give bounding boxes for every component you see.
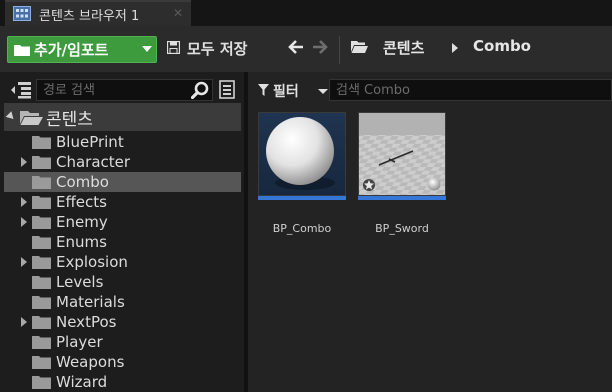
filter-label: 필터 — [273, 84, 299, 100]
sidebar-item-folder[interactable]: Weapons — [4, 352, 241, 372]
folder-icon — [32, 256, 51, 269]
breadcrumb-current[interactable]: Combo — [473, 37, 531, 55]
tree-root-content[interactable]: 콘텐츠 — [4, 103, 241, 131]
tree-root-label: 콘텐츠 — [46, 110, 93, 130]
close-icon[interactable]: ✕ — [173, 6, 183, 20]
sphere-thumbnail-icon — [258, 112, 346, 196]
sidebar-item-label: Levels — [56, 273, 104, 291]
folder-icon — [32, 336, 51, 349]
tab-title: 콘텐츠 브라우저 1 — [39, 9, 140, 24]
asset-view: 필터 검색 Combo BP_Combo BP_Sword — [248, 72, 612, 392]
expand-arrow-icon[interactable] — [21, 317, 27, 327]
sidebar-item-folder[interactable]: Wizard — [4, 372, 241, 392]
asset-selection-bar — [358, 196, 446, 200]
sidebar-item-label: NextPos — [56, 313, 117, 331]
sidebar-item-label: Wizard — [56, 373, 108, 391]
sidebar-item-folder[interactable]: Enums — [4, 232, 241, 252]
expand-arrow-icon[interactable] — [21, 157, 27, 167]
sidebar-item-folder[interactable]: Levels — [4, 272, 241, 292]
folder-icon — [32, 176, 51, 189]
sidebar-item-folder[interactable]: Enemy — [4, 212, 241, 232]
tab-bar: 콘텐츠 브라우저 1 ✕ — [0, 0, 612, 26]
open-folder-icon[interactable] — [350, 39, 368, 54]
folder-icon — [32, 296, 51, 309]
breadcrumb-root[interactable]: 콘텐츠 — [383, 37, 424, 58]
sidebar-item-folder[interactable]: Effects — [4, 192, 241, 212]
search-icon[interactable] — [191, 81, 209, 99]
expand-arrow-icon[interactable] — [21, 217, 27, 227]
sidebar-item-label: Weapons — [56, 353, 125, 371]
collapse-arrow-icon[interactable] — [5, 111, 17, 122]
sidebar-item-label: Materials — [56, 293, 125, 311]
toolbar-divider — [339, 36, 340, 64]
sidebar-item-label: Effects — [56, 193, 107, 211]
folder-icon — [32, 196, 51, 209]
sidebar-item-label: Enums — [56, 233, 107, 251]
open-folder-icon — [20, 111, 43, 125]
asset-search-field[interactable] — [329, 79, 612, 101]
expand-arrow-icon[interactable] — [21, 257, 27, 267]
sidebar-item-label: Enemy — [56, 213, 108, 231]
breadcrumb-arrow-icon[interactable] — [452, 43, 458, 53]
new-folder-icon — [14, 45, 30, 56]
toolbar: 추가/임포트 모두 저장 콘텐츠 Combo — [0, 26, 612, 72]
folder-icon — [32, 136, 51, 149]
sidebar-item-folder[interactable]: BluePrint — [4, 132, 241, 152]
forward-arrow-icon[interactable] — [312, 39, 328, 55]
sidebar-item-label: Explosion — [56, 253, 128, 271]
asset-name: BP_Combo — [272, 222, 332, 235]
sidebar-item-folder[interactable]: Materials — [4, 292, 241, 312]
filter-icon — [258, 84, 269, 96]
folder-icon — [32, 316, 51, 329]
sidebar-item-folder[interactable]: NextPos — [4, 312, 241, 332]
sidebar-item-folder[interactable]: Character — [4, 152, 241, 172]
folder-icon — [32, 356, 51, 369]
add-import-button[interactable]: 추가/임포트 — [7, 36, 157, 63]
folder-icon — [32, 276, 51, 289]
add-import-label: 추가/임포트 — [34, 41, 109, 59]
sources-panel: 콘텐츠 BluePrint Character Combo Effects Enemy E… — [0, 72, 244, 392]
tab-content-browser[interactable]: 콘텐츠 브라우저 1 ✕ — [5, 0, 191, 26]
chevron-down-icon — [142, 46, 152, 52]
path-search-input[interactable] — [43, 81, 188, 99]
sidebar-item-folder[interactable]: Explosion — [4, 252, 241, 272]
asset-selection-bar — [258, 196, 346, 200]
asset-search-input[interactable] — [336, 81, 596, 99]
sidebar-item-label: Character — [56, 153, 131, 171]
sidebar-item-folder[interactable]: Player — [4, 332, 241, 352]
save-all-label: 모두 저장 — [187, 40, 248, 58]
sword-scene-thumbnail-icon — [358, 112, 446, 196]
sidebar-item-label: Player — [56, 333, 103, 351]
content-browser-icon — [13, 6, 31, 21]
asset-name: BP_Sword — [375, 222, 429, 235]
chevron-down-icon — [318, 89, 328, 94]
folder-icon — [32, 216, 51, 229]
folder-icon — [32, 156, 51, 169]
folder-icon — [32, 376, 51, 389]
path-search-field[interactable] — [36, 79, 213, 101]
view-options-icon[interactable] — [219, 80, 235, 99]
tree-toggle-icon[interactable] — [10, 81, 32, 99]
sidebar-item-folder[interactable]: Combo — [4, 172, 241, 192]
sidebar-item-label: Combo — [56, 173, 109, 191]
back-arrow-icon[interactable] — [288, 39, 304, 55]
save-icon — [167, 41, 180, 54]
folder-icon — [32, 236, 51, 249]
expand-arrow-icon[interactable] — [21, 197, 27, 207]
sidebar-item-label: BluePrint — [56, 133, 124, 151]
